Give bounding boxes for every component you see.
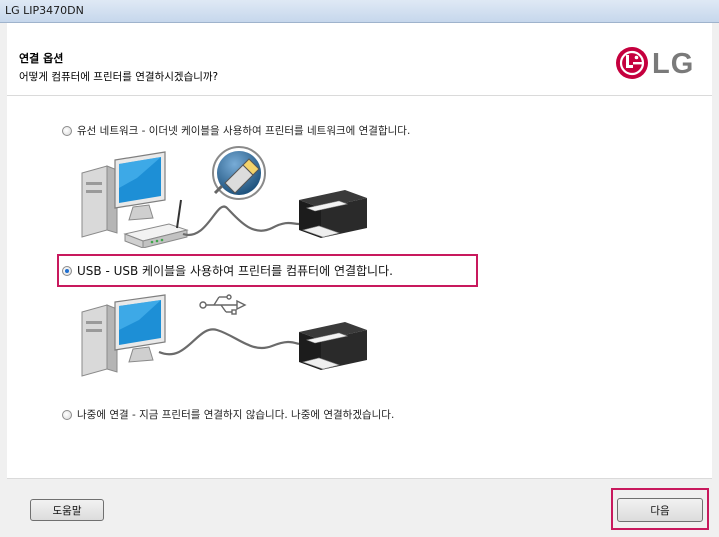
- lg-logo: LG: [615, 46, 707, 80]
- page-subtitle: 어떻게 컴퓨터에 프린터를 연결하시겠습니까?: [19, 71, 219, 83]
- radio-wired-network[interactable]: [62, 125, 72, 136]
- installer-window: LG LIP3470DN 연결 옵션 어떻게 컴퓨터에 프린터를 연결하시겠습니…: [0, 0, 719, 537]
- radio-connect-later[interactable]: [62, 409, 72, 420]
- printer-icon: [299, 322, 367, 370]
- lg-logo-text: LG: [652, 48, 695, 80]
- ethernet-plug-icon: [212, 146, 266, 200]
- option-connect-later-label: 나중에 연결 - 지금 프린터를 연결하지 않습니다. 나중에 연결하겠습니다.: [77, 409, 395, 421]
- title-bar[interactable]: LG LIP3470DN: [0, 0, 719, 23]
- window-title: LG LIP3470DN: [5, 4, 84, 17]
- option-connect-later[interactable]: 나중에 연결 - 지금 프린터를 연결하지 않습니다. 나중에 연결하겠습니다.: [62, 407, 394, 422]
- option-usb[interactable]: USB - USB 케이블을 사용하여 프린터를 컴퓨터에 연결합니다.: [62, 262, 393, 279]
- page-title: 연결 옵션: [19, 52, 64, 65]
- help-button[interactable]: 도움말: [30, 499, 104, 521]
- usb-illustration: [81, 294, 367, 377]
- footer-bar: [7, 478, 712, 535]
- lg-logo-icon: [616, 47, 648, 79]
- next-button[interactable]: 다음: [617, 498, 703, 522]
- option-usb-label: USB - USB 케이블을 사용하여 프린터를 컴퓨터에 연결합니다.: [77, 264, 393, 278]
- header-panel: 연결 옵션 어떻게 컴퓨터에 프린터를 연결하시겠습니까? LG: [7, 23, 712, 96]
- computer-icon: [81, 294, 166, 377]
- options-panel: 유선 네트워크 - 이더넷 케이블을 사용하여 프린터를 네트워크에 연결합니다…: [7, 96, 712, 478]
- printer-icon: [299, 190, 367, 238]
- wired-network-illustration: [81, 146, 367, 248]
- option-wired-network-label: 유선 네트워크 - 이더넷 케이블을 사용하여 프린터를 네트워크에 연결합니다…: [77, 125, 411, 137]
- radio-usb[interactable]: [62, 265, 72, 276]
- usb-symbol-icon: [199, 294, 247, 315]
- option-wired-network[interactable]: 유선 네트워크 - 이더넷 케이블을 사용하여 프린터를 네트워크에 연결합니다…: [62, 123, 410, 138]
- computer-icon: [81, 151, 166, 238]
